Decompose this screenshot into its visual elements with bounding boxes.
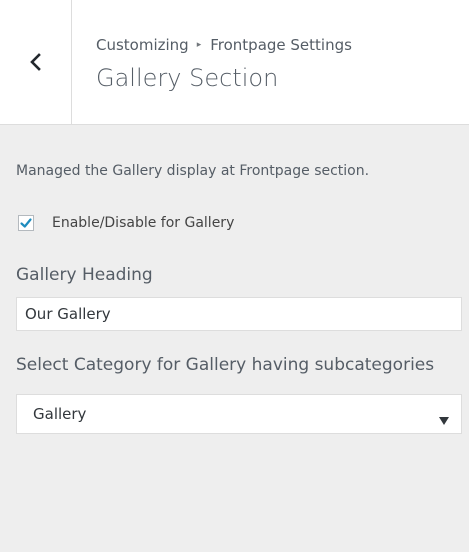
header-text: Customizing ▸ Frontpage Settings Gallery… [96, 36, 352, 92]
breadcrumb: Customizing ▸ Frontpage Settings [96, 36, 352, 54]
triangle-down-icon [439, 410, 449, 429]
section-header: Customizing ▸ Frontpage Settings Gallery… [0, 0, 469, 125]
breadcrumb-current: Frontpage Settings [210, 36, 352, 54]
category-select-label: Select Category for Gallery having subca… [16, 355, 435, 375]
category-select-value: Gallery [33, 405, 87, 423]
gallery-heading-label: Gallery Heading [16, 265, 153, 285]
enable-gallery-control[interactable]: Enable/Disable for Gallery [16, 215, 464, 231]
gallery-heading-input[interactable] [16, 297, 462, 331]
enable-gallery-checkbox[interactable] [18, 215, 34, 231]
category-select[interactable]: Gallery [16, 394, 462, 434]
section-content: Managed the Gallery display at Frontpage… [16, 160, 464, 434]
enable-gallery-label: Enable/Disable for Gallery [52, 215, 235, 231]
breadcrumb-root: Customizing [96, 36, 189, 54]
section-description: Managed the Gallery display at Frontpage… [16, 163, 370, 179]
chevron-left-icon [29, 52, 43, 72]
breadcrumb-separator-icon: ▸ [196, 40, 202, 50]
section-title: Gallery Section [96, 64, 279, 92]
back-button[interactable] [0, 0, 72, 124]
checkmark-icon [20, 218, 32, 228]
